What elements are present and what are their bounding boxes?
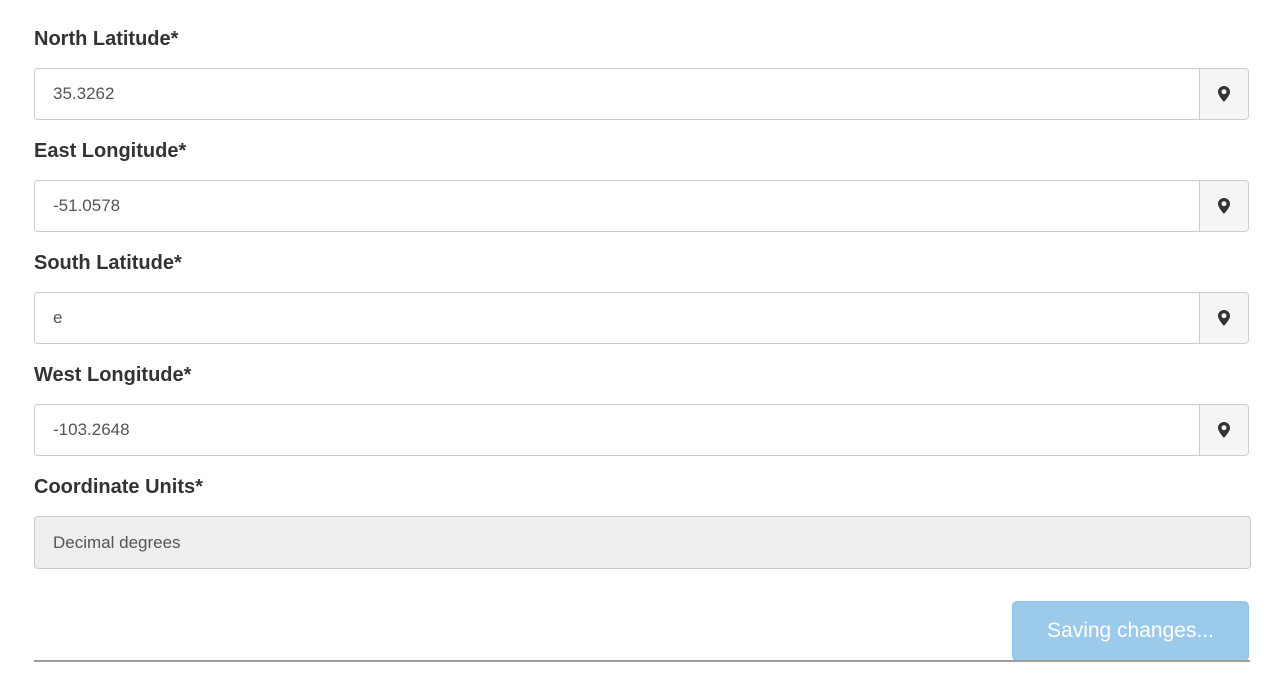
west-longitude-field xyxy=(34,404,1249,456)
south-latitude-label: South Latitude* xyxy=(34,252,182,274)
north-latitude-field xyxy=(34,68,1249,120)
map-marker-icon xyxy=(1218,86,1230,102)
south-latitude-input[interactable] xyxy=(35,293,1199,343)
divider xyxy=(34,660,1250,662)
bounding-box-form: North Latitude* East Longitude* South La… xyxy=(0,0,1279,689)
west-longitude-map-marker-button[interactable] xyxy=(1199,405,1248,455)
north-latitude-label: North Latitude* xyxy=(34,28,179,50)
west-longitude-label: West Longitude* xyxy=(34,364,192,386)
south-latitude-field xyxy=(34,292,1249,344)
map-marker-icon xyxy=(1218,198,1230,214)
map-marker-icon xyxy=(1218,310,1230,326)
south-latitude-map-marker-button[interactable] xyxy=(1199,293,1248,343)
east-longitude-input[interactable] xyxy=(35,181,1199,231)
save-button[interactable]: Saving changes... xyxy=(1012,601,1249,661)
east-longitude-map-marker-button[interactable] xyxy=(1199,181,1248,231)
west-longitude-input[interactable] xyxy=(35,405,1199,455)
coordinate-units-label: Coordinate Units* xyxy=(34,476,203,498)
east-longitude-label: East Longitude* xyxy=(34,140,187,162)
map-marker-icon xyxy=(1218,422,1230,438)
north-latitude-map-marker-button[interactable] xyxy=(1199,69,1248,119)
coordinate-units-readonly-field: Decimal degrees xyxy=(34,516,1251,569)
east-longitude-field xyxy=(34,180,1249,232)
north-latitude-input[interactable] xyxy=(35,69,1199,119)
